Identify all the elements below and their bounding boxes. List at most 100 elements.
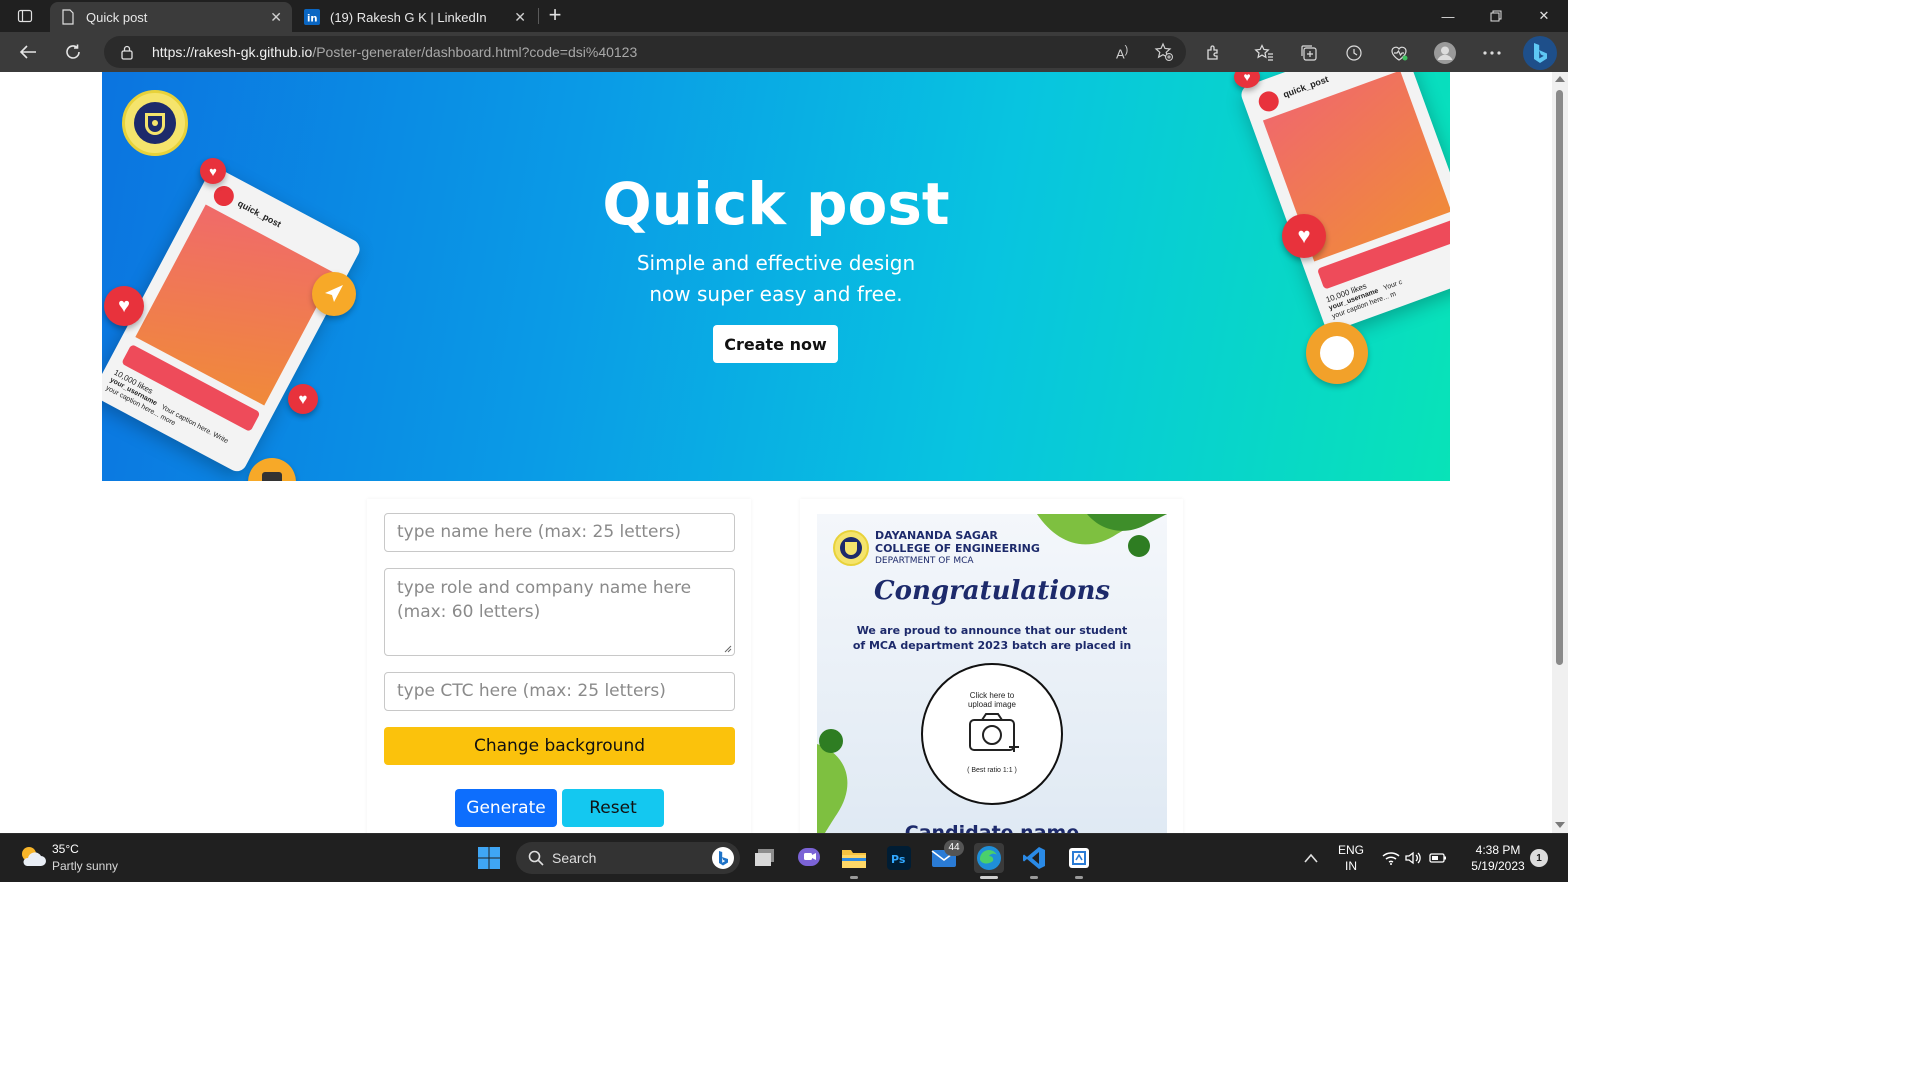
upload-hint-line2: upload image xyxy=(967,700,1017,709)
hero-subtitle-line1: Simple and effective design xyxy=(636,251,916,275)
reset-button[interactable]: Reset xyxy=(562,789,664,827)
congratulations-heading: Congratulations xyxy=(873,576,1111,606)
scroll-down-icon[interactable] xyxy=(1555,822,1565,828)
address-toolbar: https://rakesh-gk.github.io/Poster-gener… xyxy=(0,32,1568,72)
close-tab-icon[interactable]: ✕ xyxy=(514,9,526,26)
page-viewport: quick_post 10,000 likes your_username Yo… xyxy=(0,72,1552,833)
poster-form: type name here (max: 25 letters) type ro… xyxy=(367,499,751,833)
weather-description[interactable]: Partly sunny xyxy=(52,859,118,873)
new-tab-icon[interactable]: + xyxy=(543,4,567,28)
chat-bubble-icon xyxy=(1306,322,1368,384)
snipping-tool-icon[interactable] xyxy=(1064,843,1094,873)
poster-preview: DAYANANDA SAGAR COLLEGE OF ENGINEERING D… xyxy=(817,514,1167,833)
page-icon xyxy=(60,9,76,25)
generate-button[interactable]: Generate xyxy=(455,789,557,827)
hero-subtitle: Simple and effective design now super ea… xyxy=(102,248,1450,310)
tab-label: (19) Rakesh G K | LinkedIn xyxy=(330,9,487,25)
search-icon xyxy=(528,850,544,866)
candidate-name: Candidate name xyxy=(904,822,1080,833)
photoshop-icon[interactable]: Ps xyxy=(884,843,914,873)
url-bar[interactable]: https://rakesh-gk.github.io/Poster-gener… xyxy=(104,36,1186,68)
start-icon[interactable] xyxy=(474,843,504,873)
teams-chat-icon[interactable] xyxy=(794,843,824,873)
resize-handle-icon[interactable] xyxy=(722,643,732,653)
change-background-button[interactable]: Change background xyxy=(384,727,735,765)
clock[interactable]: 4:38 PM 5/19/2023 xyxy=(1458,843,1538,873)
browser-tab-bar: Quick post ✕ in (19) Rakesh G K | Linked… xyxy=(0,0,1568,32)
extensions-icon[interactable] xyxy=(1203,42,1225,64)
tab-actions-icon[interactable] xyxy=(9,0,41,32)
search-label: Search xyxy=(552,850,597,866)
tab-separator xyxy=(538,8,539,24)
linkedin-icon: in xyxy=(304,9,320,25)
add-favorite-icon[interactable] xyxy=(1154,42,1174,65)
upload-hint: Click here to upload image xyxy=(923,691,1061,709)
url-text: https://rakesh-gk.github.io/Poster-gener… xyxy=(152,44,637,60)
settings-more-icon[interactable] xyxy=(1481,42,1503,64)
chat-bubble-icon xyxy=(248,458,296,481)
taskbar: 35°C Partly sunny Search Ps 44 ENG IN 4:… xyxy=(0,833,1568,882)
file-explorer-icon[interactable] xyxy=(839,843,869,873)
browser-essentials-icon[interactable] xyxy=(1388,42,1410,64)
edge-browser-icon[interactable] xyxy=(974,843,1004,873)
org-name-line1: DAYANANDA SAGAR xyxy=(875,529,998,542)
scroll-thumb[interactable] xyxy=(1556,90,1563,665)
task-view-icon[interactable] xyxy=(750,843,780,873)
vscode-icon[interactable] xyxy=(1019,843,1049,873)
create-now-button[interactable]: Create now xyxy=(713,325,838,363)
avatar-icon xyxy=(1255,88,1282,115)
college-logo xyxy=(122,90,188,156)
show-hidden-icons[interactable] xyxy=(1296,843,1326,873)
page-scrollbar[interactable] xyxy=(1552,72,1568,833)
ratio-hint: ( Best ratio 1:1 ) xyxy=(967,767,1017,774)
refresh-icon[interactable] xyxy=(58,38,88,66)
lock-icon[interactable] xyxy=(120,44,134,65)
clock-time: 4:38 PM xyxy=(1475,843,1521,857)
tab-quick-post[interactable]: Quick post ✕ xyxy=(50,2,292,32)
tab-linkedin[interactable]: in (19) Rakesh G K | LinkedIn ✕ xyxy=(294,2,536,32)
history-icon[interactable] xyxy=(1343,42,1365,64)
notification-count[interactable]: 1 xyxy=(1530,849,1548,867)
tab-label: Quick post xyxy=(86,9,148,25)
poster-preview-card: DAYANANDA SAGAR COLLEGE OF ENGINEERING D… xyxy=(800,499,1183,833)
name-input[interactable]: type name here (max: 25 letters) xyxy=(384,513,735,552)
hero-subtitle-line2: now super easy and free. xyxy=(649,282,903,306)
role-company-textarea[interactable]: type role and company name here (max: 60… xyxy=(384,568,735,656)
profile-avatar-icon[interactable] xyxy=(1434,42,1456,64)
minimize-icon[interactable]: — xyxy=(1424,0,1472,32)
mail-badge: 44 xyxy=(944,840,964,856)
weather-temperature[interactable]: 35°C xyxy=(52,842,79,856)
battery-icon[interactable] xyxy=(1423,843,1453,873)
clock-date: 5/19/2023 xyxy=(1471,859,1525,873)
running-indicator xyxy=(1075,876,1083,879)
url-path: /Poster-generater/dashboard.html?code=ds… xyxy=(312,44,638,60)
language-indicator[interactable]: ENG IN xyxy=(1334,843,1368,873)
back-icon[interactable] xyxy=(13,38,43,66)
upload-hint-line1: Click here to xyxy=(969,691,1015,700)
language-line1: ENG xyxy=(1337,843,1364,857)
announcement-text: We are proud to announce that our studen… xyxy=(817,623,1167,653)
running-indicator xyxy=(850,876,858,879)
announcement-line1: We are proud to announce that our studen… xyxy=(856,624,1128,637)
taskbar-search[interactable]: Search xyxy=(516,842,740,874)
language-line2: IN xyxy=(1345,859,1357,873)
collections-icon[interactable] xyxy=(1298,42,1320,64)
ctc-input[interactable]: type CTC here (max: 25 letters) xyxy=(384,672,735,711)
svg-text:Ps: Ps xyxy=(891,853,906,866)
close-window-icon[interactable]: ✕ xyxy=(1520,0,1568,32)
role-placeholder: type role and company name here (max: 60… xyxy=(397,578,692,622)
announcement-line2: of MCA department 2023 batch are placed … xyxy=(852,639,1132,652)
hero-banner: quick_post 10,000 likes your_username Yo… xyxy=(102,72,1450,481)
url-host: https://rakesh-gk.github.io xyxy=(152,44,313,60)
restore-icon[interactable] xyxy=(1472,0,1520,32)
read-aloud-icon[interactable]: A) xyxy=(1116,44,1128,61)
upload-image-area[interactable]: Click here to upload image ( Best ratio … xyxy=(921,663,1063,805)
active-indicator xyxy=(980,876,998,879)
weather-icon[interactable] xyxy=(17,842,47,877)
bing-chat-icon[interactable] xyxy=(1523,36,1557,70)
scroll-up-icon[interactable] xyxy=(1555,76,1565,82)
svg-text:in: in xyxy=(307,14,318,25)
heart-icon: ♥ xyxy=(288,384,318,414)
close-tab-icon[interactable]: ✕ xyxy=(270,9,282,26)
favorites-icon[interactable] xyxy=(1253,42,1275,64)
